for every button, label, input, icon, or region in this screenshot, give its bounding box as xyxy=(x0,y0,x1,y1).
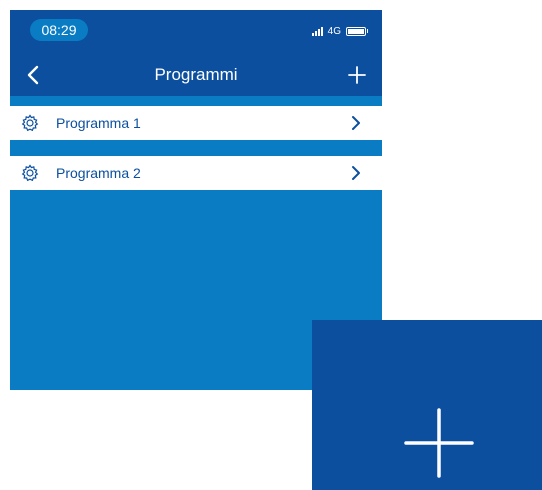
battery-tip xyxy=(367,29,368,33)
nav-bar: Programmi xyxy=(10,54,382,96)
plus-icon xyxy=(404,408,474,478)
chevron-right-icon xyxy=(352,116,360,130)
spacer xyxy=(10,140,382,150)
network-label: 4G xyxy=(327,25,341,37)
chevron-right-icon xyxy=(352,166,360,180)
battery-icon xyxy=(346,26,366,36)
signal-icon xyxy=(311,26,323,36)
spacer xyxy=(10,96,382,106)
list-item-label: Programma 2 xyxy=(56,165,141,181)
page-title: Programmi xyxy=(154,65,238,84)
add-program-button[interactable] xyxy=(344,62,370,88)
status-bar: 08:29 4G xyxy=(10,10,382,54)
status-time: 08:29 xyxy=(30,19,88,41)
zoomed-add-button[interactable] xyxy=(312,320,542,490)
list-item-programma-2[interactable]: Programma 2 xyxy=(10,156,382,190)
status-indicators: 4G xyxy=(311,23,368,39)
gear-icon xyxy=(21,114,39,132)
plus-icon xyxy=(348,66,366,84)
gear-icon xyxy=(21,164,39,182)
list-item-label: Programma 1 xyxy=(56,115,141,131)
list-item-programma-1[interactable]: Programma 1 xyxy=(10,106,382,140)
